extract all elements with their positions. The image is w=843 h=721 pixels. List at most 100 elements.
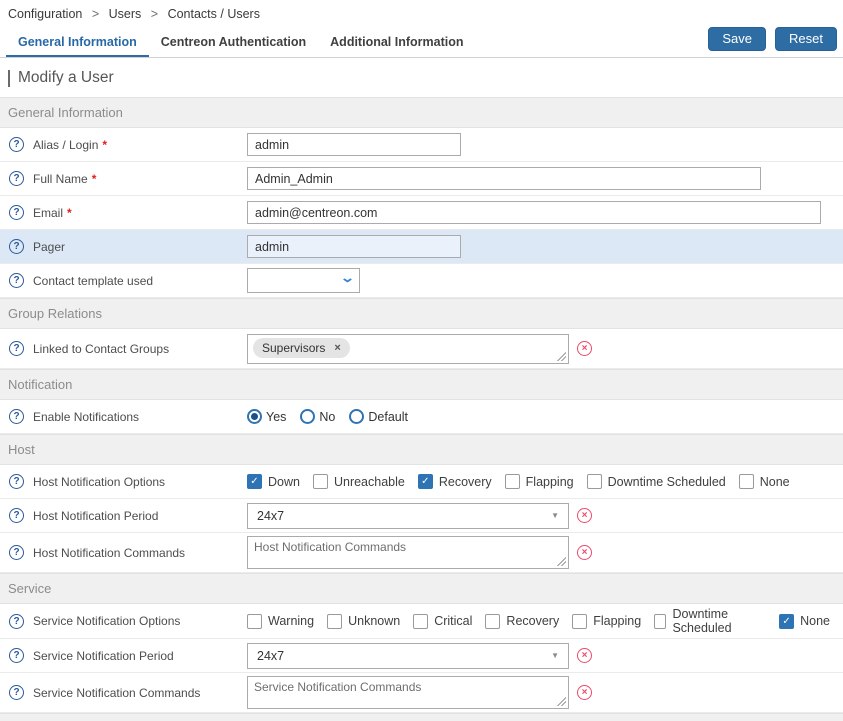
checkbox-flapping[interactable]: Flapping (572, 614, 641, 629)
checkbox-flapping[interactable]: Flapping (505, 474, 574, 489)
checkbox-recovery[interactable]: Recovery (485, 614, 559, 629)
full-name-input[interactable] (247, 167, 761, 190)
clear-service-period-icon[interactable]: × (577, 648, 592, 663)
service-period-select[interactable]: 24x7 ▼ (247, 643, 569, 669)
checkbox-down[interactable]: ✓Down (247, 474, 300, 489)
checkbox-checked-icon[interactable]: ✓ (779, 614, 794, 629)
page-title-text: Modify a User (18, 69, 114, 87)
radio-default[interactable]: Default (349, 409, 408, 424)
radio-yes[interactable]: Yes (247, 409, 286, 424)
checkbox-label: Recovery (439, 475, 492, 489)
service-period-label: Service Notification Period (33, 649, 174, 663)
help-icon[interactable]: ? (9, 545, 24, 560)
row-service-notification-commands: ? Service Notification Commands Service … (0, 673, 843, 713)
checkbox-warning[interactable]: Warning (247, 614, 314, 629)
contact-template-label: Contact template used (33, 274, 153, 288)
clear-service-commands-icon[interactable]: × (577, 685, 592, 700)
host-commands-textarea[interactable]: Host Notification Commands (247, 536, 569, 569)
help-icon[interactable]: ? (9, 614, 24, 629)
tab-additional-information[interactable]: Additional Information (318, 28, 475, 57)
checkbox-label: Warning (268, 614, 314, 628)
host-period-label: Host Notification Period (33, 509, 158, 523)
breadcrumb-separator: > (151, 7, 158, 21)
breadcrumb-item-contacts-users[interactable]: Contacts / Users (168, 7, 260, 21)
checkbox-unchecked-box[interactable] (327, 614, 342, 629)
radio-label: No (319, 410, 335, 424)
help-icon[interactable]: ? (9, 137, 24, 152)
clear-host-commands-icon[interactable]: × (577, 545, 592, 560)
help-icon[interactable]: ? (9, 171, 24, 186)
radio-unselected-icon[interactable] (300, 409, 315, 424)
checkbox-recovery[interactable]: ✓ Recovery (418, 474, 492, 489)
service-commands-textarea[interactable]: Service Notification Commands (247, 676, 569, 709)
radio-unselected-icon[interactable] (349, 409, 364, 424)
help-icon[interactable]: ? (9, 648, 24, 663)
resize-handle[interactable] (557, 697, 566, 706)
contact-template-select[interactable]: ⌄ (247, 268, 360, 293)
checkbox-unchecked-box[interactable] (247, 614, 262, 629)
checkbox-unchecked-box[interactable] (739, 474, 754, 489)
help-icon[interactable]: ? (9, 508, 24, 523)
service-options-label: Service Notification Options (33, 614, 180, 628)
row-enable-notifications: ? Enable Notifications YesNoDefault (0, 400, 843, 434)
checkbox-unchecked-box[interactable] (505, 474, 520, 489)
row-service-notification-options: ? Service Notification Options Warning Un… (0, 604, 843, 639)
checkbox-label: Downtime Scheduled (672, 607, 766, 635)
contact-groups-label: Linked to Contact Groups (33, 342, 169, 356)
help-icon[interactable]: ? (9, 685, 24, 700)
resize-handle[interactable] (557, 352, 566, 361)
help-icon[interactable]: ? (9, 409, 24, 424)
help-icon[interactable]: ? (9, 205, 24, 220)
radio-no[interactable]: No (300, 409, 335, 424)
breadcrumb-item-configuration[interactable]: Configuration (8, 7, 82, 21)
tab-general-information[interactable]: General Information (6, 28, 149, 57)
host-period-select[interactable]: 24x7 ▼ (247, 503, 569, 529)
checkbox-unchecked-box[interactable] (485, 614, 500, 629)
checkbox-unknown[interactable]: Unknown (327, 614, 400, 629)
tab-centreon-authentication[interactable]: Centreon Authentication (149, 28, 318, 57)
clear-contact-groups-icon[interactable]: × (577, 341, 592, 356)
checkbox-critical[interactable]: Critical (413, 614, 472, 629)
checkbox-none[interactable]: ✓None (779, 614, 830, 629)
enable-notifications-radio-group: Yes No Default (247, 409, 843, 424)
checkbox-label: None (760, 475, 790, 489)
help-icon[interactable]: ? (9, 341, 24, 356)
chevron-down-icon: ⌄ (340, 273, 355, 283)
contact-groups-tag-input[interactable]: Supervisors × (247, 334, 569, 364)
section-notification: Notification (0, 369, 843, 400)
save-button[interactable]: Save (708, 27, 766, 51)
checkbox-unchecked-box[interactable] (572, 614, 587, 629)
checkbox-unchecked-box[interactable] (313, 474, 328, 489)
checkbox-label: Critical (434, 614, 472, 628)
checkbox-downtime-scheduled[interactable]: Downtime Scheduled (654, 607, 766, 635)
reset-button[interactable]: Reset (775, 27, 837, 51)
checkbox-label: Unknown (348, 614, 400, 628)
alias-login-input[interactable] (247, 133, 461, 156)
checkbox-none[interactable]: None (739, 474, 790, 489)
help-icon[interactable]: ? (9, 239, 24, 254)
checkbox-label: Recovery (506, 614, 559, 628)
help-icon[interactable]: ? (9, 474, 24, 489)
pager-input[interactable] (247, 235, 461, 258)
radio-label: Yes (266, 410, 286, 424)
checkbox-downtime-scheduled[interactable]: Downtime Scheduled (587, 474, 726, 489)
row-host-notification-options: ? Host Notification Options ✓DownUnreach… (0, 465, 843, 499)
help-icon[interactable]: ? (9, 273, 24, 288)
checkbox-unchecked-box[interactable] (587, 474, 602, 489)
radio-selected-icon[interactable] (247, 409, 262, 424)
tag-label: Supervisors (262, 341, 325, 355)
row-email: ? Email * (0, 196, 843, 230)
checkbox-unreachable[interactable]: Unreachable (313, 474, 405, 489)
breadcrumb-item-users[interactable]: Users (109, 7, 142, 21)
checkbox-checked-icon[interactable]: ✓ (247, 474, 262, 489)
checkbox-unchecked-box[interactable] (413, 614, 428, 629)
email-input[interactable] (247, 201, 821, 224)
checkbox-unchecked-box[interactable] (654, 614, 666, 629)
section-general-information: General Information (0, 97, 843, 128)
remove-tag-icon[interactable]: × (334, 342, 340, 354)
clear-host-period-icon[interactable]: × (577, 508, 592, 523)
resize-handle[interactable] (557, 557, 566, 566)
alias-login-label: Alias / Login (33, 138, 98, 152)
service-commands-label: Service Notification Commands (33, 686, 200, 700)
checkbox-checked-icon[interactable]: ✓ (418, 474, 433, 489)
